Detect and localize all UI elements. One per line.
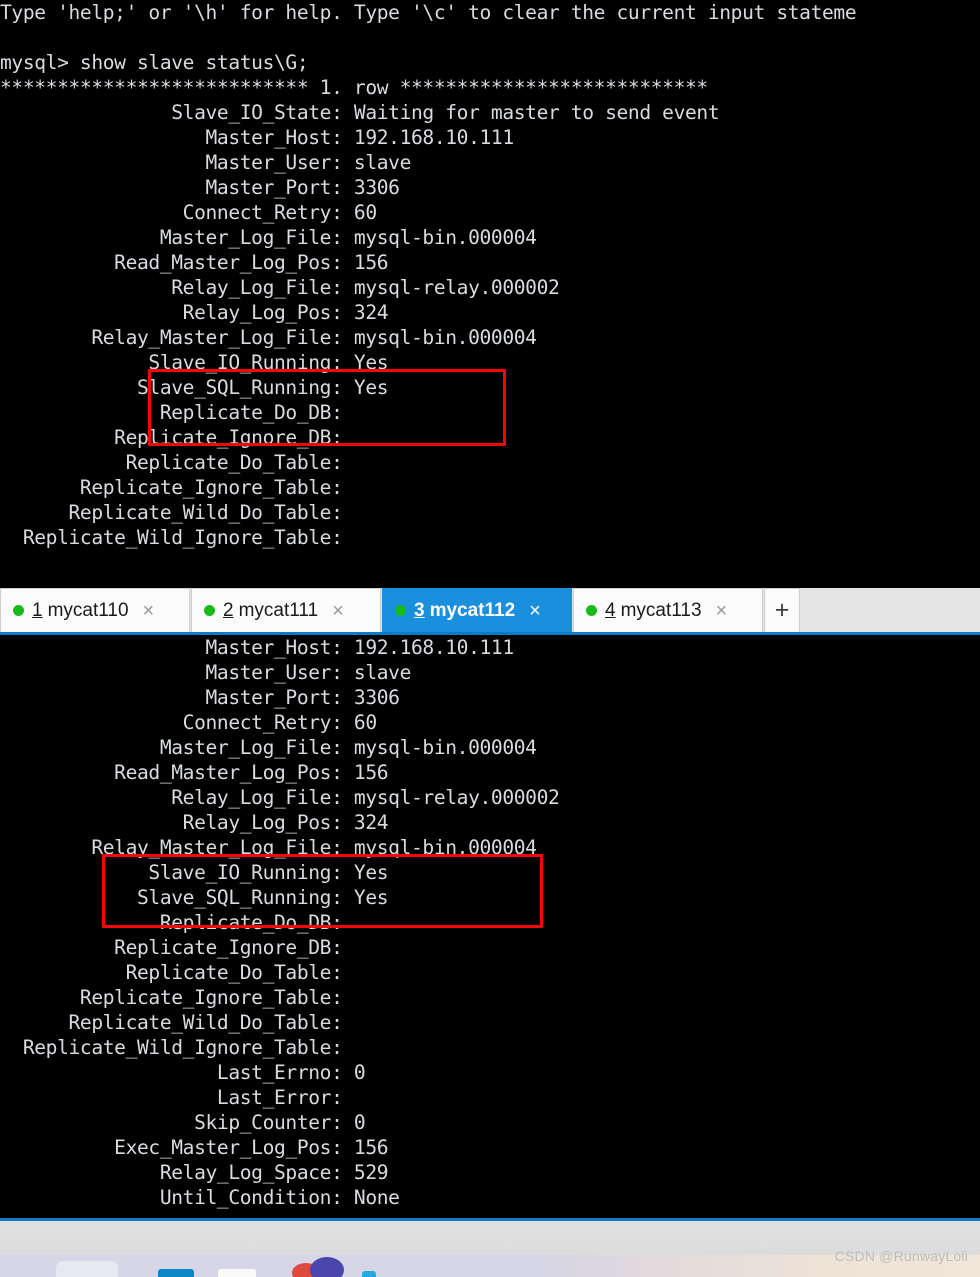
terminal-line: Exec_Master_Log_Pos: 156	[0, 1136, 389, 1159]
terminal-line: Master_User: slave	[0, 151, 411, 174]
tab-bar-empty-area	[800, 588, 980, 632]
terminal-line: Replicate_Do_DB:	[0, 911, 343, 934]
terminal-line: Relay_Log_Pos: 324	[0, 811, 389, 834]
close-icon[interactable]: ×	[332, 601, 344, 621]
tab-label: mycat112	[429, 599, 516, 621]
terminal-line: Replicate_Do_Table:	[0, 451, 343, 474]
status-dot-icon	[586, 605, 597, 616]
terminal-line: Relay_Log_File: mysql-relay.000002	[0, 276, 560, 299]
terminal-line: Skip_Counter: 0	[0, 1111, 366, 1134]
terminal-line: Relay_Log_Space: 529	[0, 1161, 389, 1184]
terminal-line: Master_Port: 3306	[0, 686, 400, 709]
terminal-line: Master_Host: 192.168.10.111	[0, 126, 514, 149]
tab-mycat110[interactable]: 1 mycat110 ×	[0, 588, 190, 632]
tab-label: mycat113	[620, 599, 702, 621]
terminal-line: Replicate_Ignore_DB:	[0, 936, 343, 959]
terminal-line: mysql> show slave status\G;	[0, 51, 309, 74]
status-dot-icon	[204, 605, 215, 616]
terminal-line: Last_Error:	[0, 1086, 343, 1109]
terminal-line: Connect_Retry: 60	[0, 711, 377, 734]
terminal-line: Replicate_Wild_Ignore_Table:	[0, 526, 343, 549]
terminal-line: Type 'help;' or '\h' for help. Type '\c'…	[0, 1, 857, 24]
terminal-line: Master_Log_File: mysql-bin.000004	[0, 226, 537, 249]
terminal-line: Slave_IO_Running: Yes	[0, 861, 389, 884]
terminal-line: Replicate_Wild_Ignore_Table:	[0, 1036, 343, 1059]
terminal-line: Master_Port: 3306	[0, 176, 400, 199]
terminal-pane-bottom[interactable]: Master_Host: 192.168.10.111 Master_User:…	[0, 635, 980, 1218]
terminal-line: Replicate_Wild_Do_Table:	[0, 1011, 343, 1034]
terminal-pane-top[interactable]: Type 'help;' or '\h' for help. Type '\c'…	[0, 0, 980, 588]
terminal-line: Connect_Retry: 60	[0, 201, 377, 224]
terminal-line: Replicate_Wild_Do_Table:	[0, 501, 343, 524]
terminal-line: Relay_Log_Pos: 324	[0, 301, 389, 324]
taskbar-search-box[interactable]	[56, 1261, 118, 1277]
terminal-line: Last_Errno: 0	[0, 1061, 366, 1084]
new-tab-button[interactable]: +	[764, 588, 800, 632]
os-taskbar[interactable]	[0, 1255, 980, 1277]
tab-index: 2	[223, 599, 234, 621]
tab-label: mycat111	[238, 599, 319, 621]
terminal-line: Read_Master_Log_Pos: 156	[0, 251, 389, 274]
terminal-line: Slave_SQL_Running: Yes	[0, 886, 389, 909]
terminal-line: Master_Host: 192.168.10.111	[0, 636, 514, 659]
terminal-line: Replicate_Ignore_Table:	[0, 986, 343, 1009]
tab-index: 3	[414, 599, 425, 621]
tab-index: 4	[605, 599, 616, 621]
terminal-line: Master_User: slave	[0, 661, 411, 684]
taskbar-app-icon-cyan[interactable]	[362, 1271, 376, 1277]
terminal-line: Read_Master_Log_Pos: 156	[0, 761, 389, 784]
tab-mycat111[interactable]: 2 mycat111 ×	[191, 588, 381, 632]
terminal-line: Slave_IO_Running: Yes	[0, 351, 389, 374]
tab-bar: 1 mycat110 × 2 mycat111 × 3 mycat112 × 4…	[0, 588, 980, 635]
terminal-line: Replicate_Ignore_DB:	[0, 426, 343, 449]
tab-label: mycat110	[47, 599, 129, 621]
terminal-line: Slave_SQL_Running: Yes	[0, 376, 389, 399]
terminal-line: Replicate_Ignore_Table:	[0, 476, 343, 499]
close-icon[interactable]: ×	[716, 601, 728, 621]
terminal-output-bottom: Master_Host: 192.168.10.111 Master_User:…	[0, 635, 980, 1210]
terminal-output-top: Type 'help;' or '\h' for help. Type '\c'…	[0, 0, 980, 550]
status-dot-icon	[13, 605, 24, 616]
taskbar-app-icon-purple[interactable]	[310, 1257, 344, 1277]
terminal-line: Master_Log_File: mysql-bin.000004	[0, 736, 537, 759]
screen: Type 'help;' or '\h' for help. Type '\c'…	[0, 0, 980, 1277]
close-icon[interactable]: ×	[143, 601, 155, 621]
terminal-line: Replicate_Do_DB:	[0, 401, 343, 424]
terminal-line: *************************** 1. row *****…	[0, 76, 708, 99]
taskbar-app-icon-white[interactable]	[218, 1269, 256, 1277]
terminal-line: Relay_Log_File: mysql-relay.000002	[0, 786, 560, 809]
tab-index: 1	[32, 599, 43, 621]
terminal-line: Relay_Master_Log_File: mysql-bin.000004	[0, 836, 537, 859]
terminal-line: Replicate_Do_Table:	[0, 961, 343, 984]
close-icon[interactable]: ×	[529, 601, 541, 621]
taskbar-app-icon-blue[interactable]	[158, 1269, 194, 1277]
window-bottom-chrome	[0, 1221, 980, 1256]
tab-mycat112[interactable]: 3 mycat112 ×	[382, 588, 572, 632]
tab-mycat113[interactable]: 4 mycat113 ×	[573, 588, 763, 632]
terminal-line: Until_Condition: None	[0, 1186, 400, 1209]
terminal-line: Slave_IO_State: Waiting for master to se…	[0, 101, 720, 124]
terminal-line: Relay_Master_Log_File: mysql-bin.000004	[0, 326, 537, 349]
watermark-text: CSDN @RunwayLoli	[834, 1248, 968, 1264]
status-dot-icon	[395, 605, 406, 616]
